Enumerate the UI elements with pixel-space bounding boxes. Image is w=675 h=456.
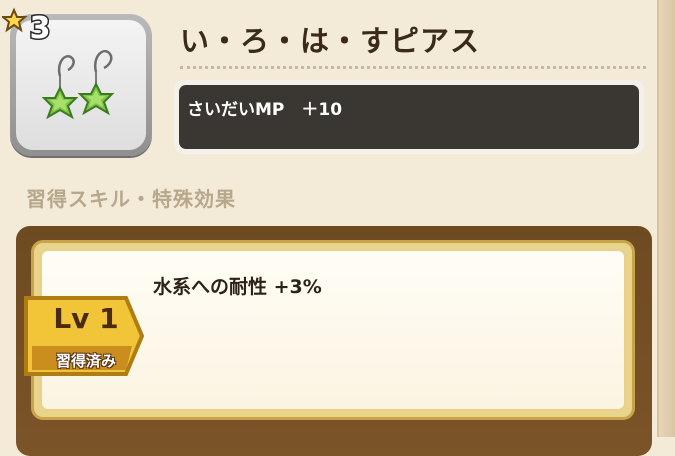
- section-title: 習得スキル・特殊効果: [26, 187, 236, 211]
- green-star-earrings-icon: [41, 49, 115, 120]
- item-name: い・ろ・は・すピアス: [180, 24, 481, 58]
- rarity-value: 3: [30, 11, 51, 46]
- level-label: Lv 1: [53, 302, 119, 335]
- panel-edge: [657, 0, 675, 437]
- stat-text: さいだいMP ＋10: [187, 100, 343, 120]
- level-status: 習得済み: [55, 352, 116, 370]
- rarity-badge: 3: [2, 7, 52, 46]
- skill-effect: 水系への耐性 +3%: [153, 276, 322, 298]
- stats-box: さいだいMP ＋10: [174, 80, 644, 154]
- star-icon: [2, 7, 28, 33]
- divider: [180, 66, 646, 69]
